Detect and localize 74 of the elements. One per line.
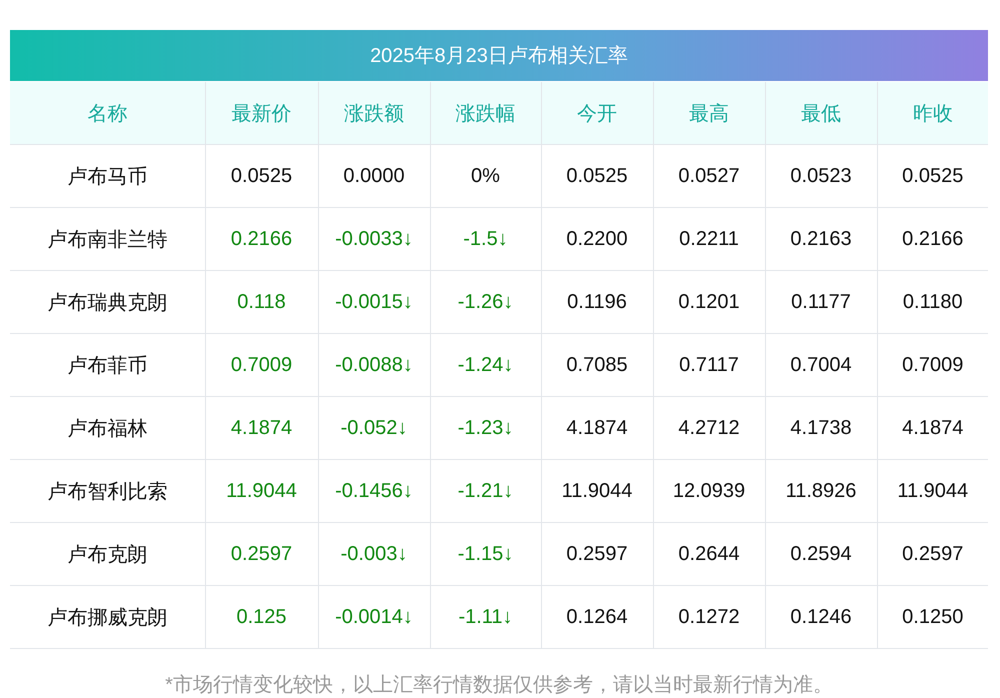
column-header: 今开 xyxy=(541,82,653,144)
table-cell: -0.1456↓ xyxy=(318,460,430,522)
table-cell: 卢布南非兰特 xyxy=(10,208,205,270)
table-cell: 0.7004 xyxy=(765,334,877,396)
table-cell: 0.2163 xyxy=(765,208,877,270)
table-cell: -1.26↓ xyxy=(430,270,541,334)
table-cell: -1.23↓ xyxy=(430,396,541,460)
footnote: *市场行情变化较快，以上汇率行情数据仅供参考，请以当时最新行情为准。 xyxy=(164,673,834,698)
column-header: 名称 xyxy=(10,82,205,144)
column-header: 最新价 xyxy=(205,82,318,144)
table-cell: -1.5↓ xyxy=(430,208,541,270)
table-cell: -0.003↓ xyxy=(318,522,430,586)
table-cell: -0.0014↓ xyxy=(318,586,430,648)
table-title: 2025年8月23日卢布相关汇率 xyxy=(10,30,988,81)
table-cell: 0.0527 xyxy=(653,144,765,208)
table-cell: 0.7009 xyxy=(877,334,988,396)
table-cell: -1.11↓ xyxy=(430,586,541,648)
table-cell: 11.9044 xyxy=(541,460,653,522)
column-header: 涨跌幅 xyxy=(430,82,541,144)
table-cell: 0.2597 xyxy=(877,522,988,586)
table-cell: 卢布克朗 xyxy=(10,522,205,586)
table-cell: -0.0033↓ xyxy=(318,208,430,270)
table-cell: 0.118 xyxy=(205,270,318,334)
table-cell: 0.2597 xyxy=(205,522,318,586)
table-cell: 0.1196 xyxy=(541,270,653,334)
table-cell: 0.7085 xyxy=(541,334,653,396)
table-cell: 0.1250 xyxy=(877,586,988,648)
table-cell: 11.9044 xyxy=(877,460,988,522)
table-cell: 4.1874 xyxy=(541,396,653,460)
column-header: 涨跌额 xyxy=(318,82,430,144)
table-cell: 0.1272 xyxy=(653,586,765,648)
table-cell: 0.2166 xyxy=(877,208,988,270)
table-cell: 4.1874 xyxy=(877,396,988,460)
table-cell: 0.0525 xyxy=(205,144,318,208)
table-cell: 0.7117 xyxy=(653,334,765,396)
table-cell: 0.2644 xyxy=(653,522,765,586)
table-cell: 0.1264 xyxy=(541,586,653,648)
column-header: 最高 xyxy=(653,82,765,144)
table-cell: -1.21↓ xyxy=(430,460,541,522)
table-cell: 0.1246 xyxy=(765,586,877,648)
table-cell: 0.0525 xyxy=(877,144,988,208)
table-cell: 0% xyxy=(430,144,541,208)
table-cell: 4.1874 xyxy=(205,396,318,460)
table-cell: 卢布福林 xyxy=(10,396,205,460)
table-cell: 4.1738 xyxy=(765,396,877,460)
table-cell: 0.1201 xyxy=(653,270,765,334)
table-cell: -1.15↓ xyxy=(430,522,541,586)
table-cell: 0.0523 xyxy=(765,144,877,208)
table-cell: 0.0000 xyxy=(318,144,430,208)
table-cell: 卢布马币 xyxy=(10,144,205,208)
table-cell: 11.8926 xyxy=(765,460,877,522)
table-cell: 0.1177 xyxy=(765,270,877,334)
table-cell: 0.1180 xyxy=(877,270,988,334)
table-cell: 卢布瑞典克朗 xyxy=(10,270,205,334)
table-cell: 卢布挪威克朗 xyxy=(10,586,205,648)
table-cell: 4.2712 xyxy=(653,396,765,460)
table-cell: 0.2594 xyxy=(765,522,877,586)
table-cell: 0.2200 xyxy=(541,208,653,270)
table-cell: 11.9044 xyxy=(205,460,318,522)
table-cell: -0.0015↓ xyxy=(318,270,430,334)
table-cell: 0.2211 xyxy=(653,208,765,270)
table-cell: -0.052↓ xyxy=(318,396,430,460)
table-cell: -1.24↓ xyxy=(430,334,541,396)
table-cell: 卢布菲币 xyxy=(10,334,205,396)
column-header: 最低 xyxy=(765,82,877,144)
table-cell: 0.2597 xyxy=(541,522,653,586)
table-cell: 12.0939 xyxy=(653,460,765,522)
table-cell: 0.2166 xyxy=(205,208,318,270)
table-cell: 卢布智利比索 xyxy=(10,460,205,522)
column-header: 昨收 xyxy=(877,82,988,144)
table-cell: -0.0088↓ xyxy=(318,334,430,396)
table-cell: 0.0525 xyxy=(541,144,653,208)
table-cell: 0.125 xyxy=(205,586,318,648)
table-cell: 0.7009 xyxy=(205,334,318,396)
